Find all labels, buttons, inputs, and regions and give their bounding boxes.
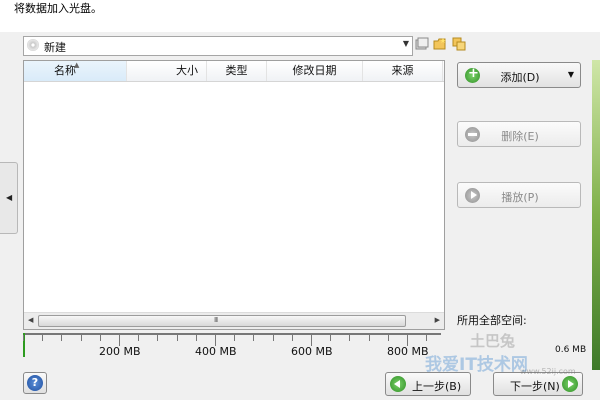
next-button-label: 下一步(N) xyxy=(510,380,560,393)
scroll-left-icon[interactable]: ◀ xyxy=(28,316,33,324)
capacity-ruler: 200 MB 400 MB 600 MB 800 MB xyxy=(23,333,441,358)
instruction-band: 将数据加入光盘。 xyxy=(0,0,600,32)
ruler-minor-tick xyxy=(61,335,62,341)
play-button[interactable]: 播放(P) xyxy=(457,182,581,208)
remove-button-label: 删除(E) xyxy=(501,130,539,143)
ruler-label: 200 MB xyxy=(99,345,141,358)
file-list[interactable]: ▲ 名称 大小 类型 修改日期 来源 ◀ III ▶ xyxy=(23,60,445,330)
ruler-minor-tick xyxy=(42,335,43,341)
remove-button[interactable]: 删除(E) xyxy=(457,121,581,147)
ruler-minor-tick xyxy=(23,335,24,341)
next-arrow-icon xyxy=(562,376,578,392)
ruler-label: 400 MB xyxy=(195,345,237,358)
ruler-label: 800 MB xyxy=(387,345,429,358)
back-button[interactable]: 上一步(B) xyxy=(385,372,471,396)
scroll-right-icon[interactable]: ▶ xyxy=(435,316,440,324)
chevron-left-icon: ◀ xyxy=(6,193,13,202)
sort-indicator-icon: ▲ xyxy=(74,61,80,69)
ruler-minor-tick xyxy=(330,335,331,341)
scrollbar-thumb[interactable]: III xyxy=(38,315,406,327)
watermark-logo-text: 土巴兔 xyxy=(470,332,516,350)
chevron-down-icon: ▼ xyxy=(567,70,574,79)
capacity-label: 0.6 MB xyxy=(555,345,587,355)
play-button-label: 播放(P) xyxy=(501,191,539,204)
collapse-panel-tab[interactable]: ◀ xyxy=(0,162,18,234)
column-header-type[interactable]: 类型 xyxy=(207,61,267,81)
ruler-minor-tick xyxy=(273,335,274,341)
watermark-site-name: 我爱IT技术网 xyxy=(425,355,528,375)
instruction-text: 将数据加入光盘。 xyxy=(14,2,102,15)
column-name-label: 名称 xyxy=(54,64,76,77)
column-header-modified-date[interactable]: 修改日期 xyxy=(267,61,363,81)
column-header-name[interactable]: ▲ 名称 xyxy=(24,61,127,81)
list-header: ▲ 名称 大小 类型 修改日期 来源 xyxy=(24,61,444,82)
add-button-label: 添加(D) xyxy=(500,71,540,84)
add-button[interactable]: 添加(D) ▼ xyxy=(457,62,581,88)
ruler-label: 600 MB xyxy=(291,345,333,358)
back-arrow-icon xyxy=(390,376,406,392)
help-button[interactable]: ? xyxy=(23,372,47,394)
space-used-label: 所用全部空间: xyxy=(457,314,527,327)
ruler-minor-tick xyxy=(196,335,197,341)
ruler-minor-tick xyxy=(253,335,254,341)
ruler-minor-tick xyxy=(177,335,178,341)
disc-icon xyxy=(27,39,39,51)
column-header-size[interactable]: 大小 xyxy=(127,61,207,81)
ruler-minor-tick xyxy=(388,335,389,341)
column-header-source[interactable]: 来源 xyxy=(363,61,443,81)
chevron-down-icon[interactable]: ▼ xyxy=(403,39,409,48)
ruler-minor-tick xyxy=(100,335,101,341)
help-icon: ? xyxy=(27,375,43,391)
new-folder-icon[interactable] xyxy=(433,37,447,51)
watermark-url: www.52ij.com xyxy=(520,367,576,376)
path-value: 新建 xyxy=(44,41,66,54)
ruler-minor-tick xyxy=(292,335,293,341)
back-button-label: 上一步(B) xyxy=(412,380,462,393)
ruler-minor-tick xyxy=(81,335,82,341)
ruler-minor-tick xyxy=(349,335,350,341)
ruler-minor-tick xyxy=(157,335,158,341)
ruler-baseline xyxy=(23,333,441,335)
horizontal-scrollbar[interactable]: ◀ III ▶ xyxy=(24,312,444,329)
copy-icon[interactable] xyxy=(452,37,466,51)
ruler-minor-tick xyxy=(138,335,139,341)
path-combobox[interactable]: 新建 ▼ xyxy=(23,36,413,56)
ruler-minor-tick xyxy=(426,335,427,341)
ruler-minor-tick xyxy=(369,335,370,341)
desktop-wallpaper-strip xyxy=(592,60,600,370)
scrollbar-grip: III xyxy=(214,316,218,324)
up-folder-icon[interactable] xyxy=(415,37,429,51)
ruler-minor-tick xyxy=(234,335,235,341)
